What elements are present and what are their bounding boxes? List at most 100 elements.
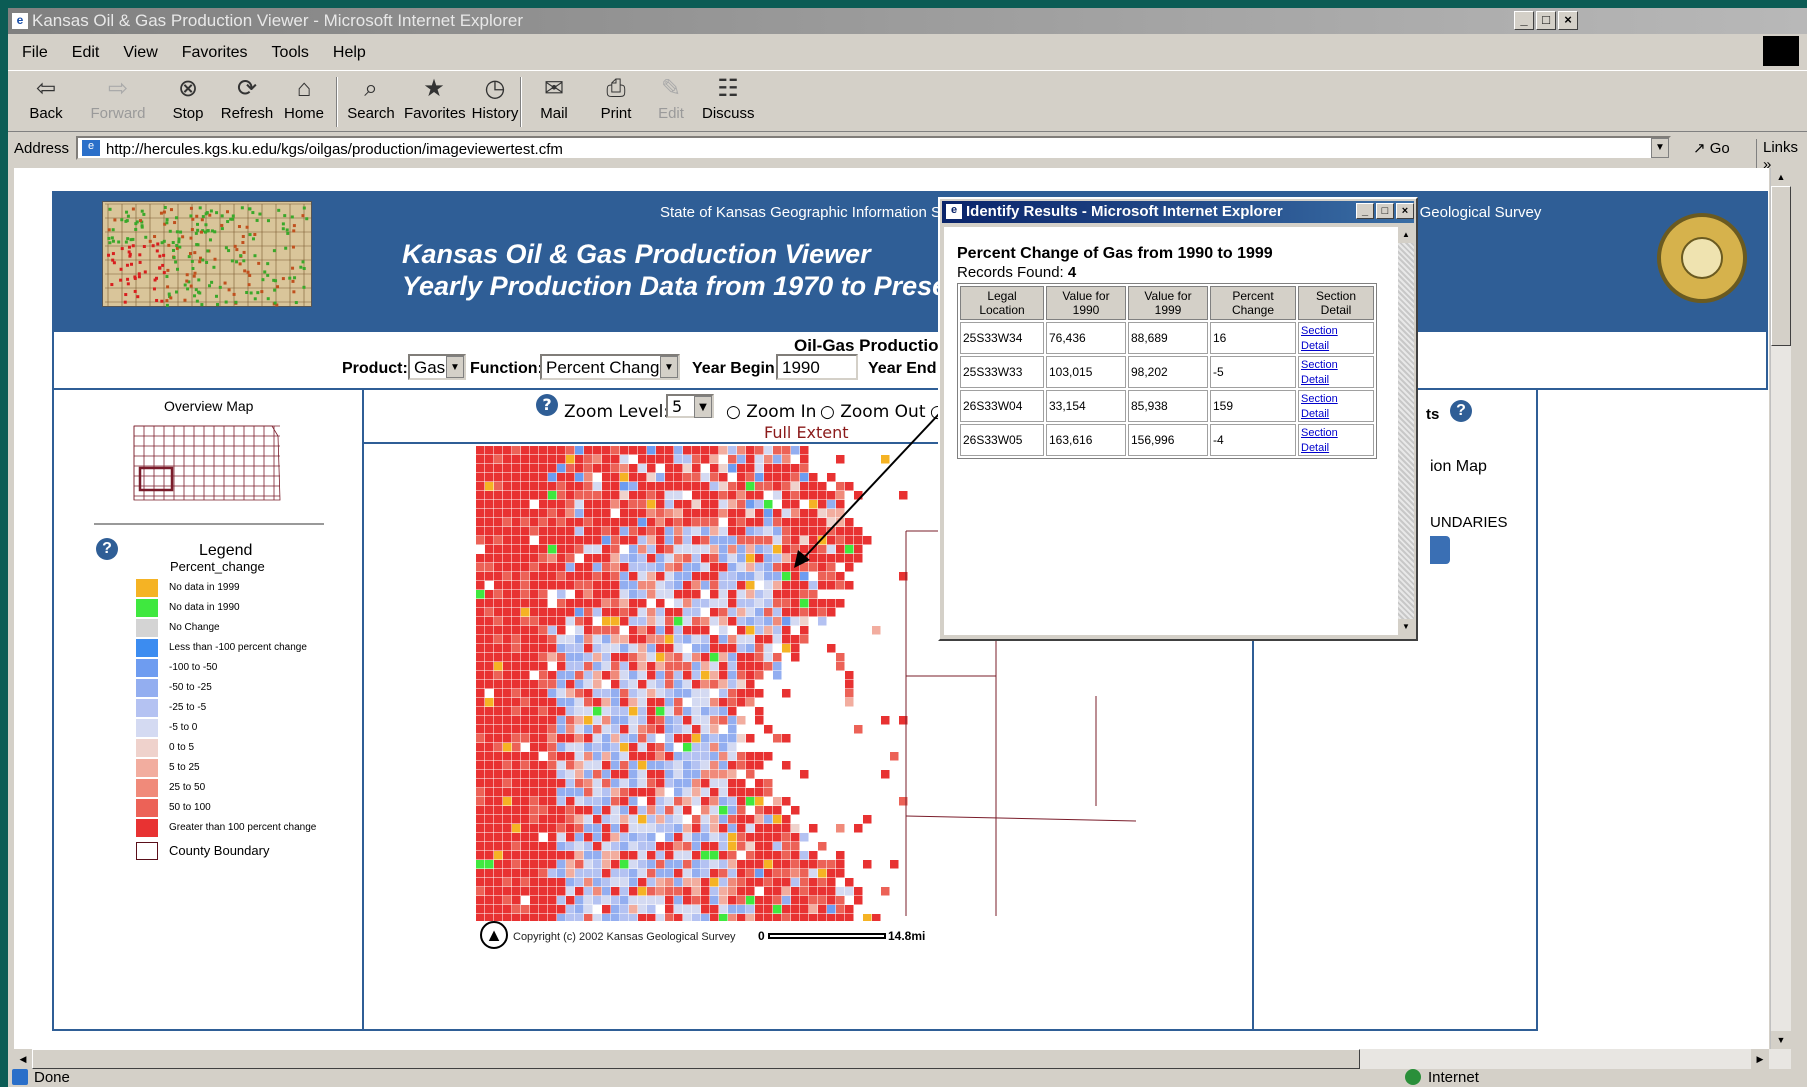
results-heading: Percent Change of Gas from 1990 to 1999 xyxy=(957,245,1273,262)
link-text: Detail xyxy=(1301,442,1330,454)
horizontal-scrollbar[interactable]: ◀ ▶ xyxy=(14,1049,1791,1069)
link-text: Section xyxy=(1301,359,1338,371)
table-cell: 25S33W34 xyxy=(960,322,1044,354)
link-text: Section xyxy=(1301,427,1338,439)
section-detail-cell: Section Detail xyxy=(1298,424,1374,456)
section-detail-cell: Section Detail xyxy=(1298,356,1374,388)
menu-view[interactable]: View xyxy=(109,38,167,62)
forward-arrow-icon: ⇨ xyxy=(107,75,129,102)
history-button[interactable]: ◷ History xyxy=(468,75,522,122)
search-button[interactable]: ⌕ Search xyxy=(346,75,396,122)
close-button[interactable]: × xyxy=(1558,11,1578,30)
link-text: Detail xyxy=(1301,374,1330,386)
menu-tools[interactable]: Tools xyxy=(258,38,319,62)
link-text: Detail xyxy=(1301,340,1330,352)
home-icon: ⌂ xyxy=(296,75,312,102)
link-text: Section xyxy=(1301,325,1338,337)
scroll-down-icon[interactable]: ▼ xyxy=(1771,1031,1791,1049)
favorites-icon: ★ xyxy=(423,75,445,102)
status-text: Done xyxy=(34,1069,70,1086)
popup-maximize-button[interactable]: □ xyxy=(1376,203,1394,219)
back-button[interactable]: ⇦ Back xyxy=(22,75,70,122)
menu-help[interactable]: Help xyxy=(319,38,376,62)
address-url: http://hercules.kgs.ku.edu/kgs/oilgas/pr… xyxy=(106,141,563,158)
results-table: Legal Location Value for 1990 Value for … xyxy=(957,283,1377,459)
scroll-thumb[interactable] xyxy=(32,1049,1360,1069)
stop-button[interactable]: ⊗ Stop xyxy=(166,75,210,122)
menu-favorites[interactable]: Favorites xyxy=(168,38,258,62)
table-header-row: Legal Location Value for 1990 Value for … xyxy=(960,286,1374,320)
maximize-button[interactable]: □ xyxy=(1536,11,1556,30)
column-header: Legal Location xyxy=(960,286,1044,320)
table-cell: 33,154 xyxy=(1046,390,1126,422)
popup-title: Identify Results - Microsoft Internet Ex… xyxy=(966,203,1283,220)
search-icon: ⌕ xyxy=(364,75,378,102)
table-cell: 16 xyxy=(1210,322,1296,354)
table-row: 26S33W05 163,616 156,996 -4 Section Detail xyxy=(960,424,1374,456)
scroll-right-icon[interactable]: ▶ xyxy=(1751,1049,1769,1069)
menu-file[interactable]: File xyxy=(8,38,58,62)
popup-scrollbar[interactable]: ▲ ▼ xyxy=(1398,227,1414,635)
edit-button[interactable]: ✎ Edit xyxy=(656,75,686,122)
mail-button[interactable]: ✉ Mail xyxy=(534,75,574,122)
table-cell: -4 xyxy=(1210,424,1296,456)
title-bar: e Kansas Oil & Gas Production Viewer - M… xyxy=(8,8,1807,34)
minimize-button[interactable]: _ xyxy=(1514,11,1534,30)
pointer-arrow xyxy=(794,397,955,568)
scroll-thumb[interactable] xyxy=(1771,186,1791,346)
menu-edit[interactable]: Edit xyxy=(58,38,110,62)
windows-logo-icon xyxy=(1763,36,1799,66)
address-bar: Address e http://hercules.kgs.ku.edu/kgs… xyxy=(8,134,1807,173)
section-detail-link[interactable]: Section Detail xyxy=(1301,325,1338,352)
go-button[interactable]: ↗ Go xyxy=(1693,139,1730,157)
toolbar-separator xyxy=(336,77,338,127)
scroll-up-icon[interactable]: ▲ xyxy=(1771,168,1791,186)
stop-icon: ⊗ xyxy=(177,75,199,102)
favorites-button[interactable]: ★ Favorites xyxy=(404,75,466,122)
table-cell: 156,996 xyxy=(1128,424,1208,456)
discuss-button[interactable]: ☷ Discuss xyxy=(702,75,755,122)
print-button[interactable]: ⎙ Print xyxy=(596,75,636,122)
home-button[interactable]: ⌂ Home xyxy=(282,75,326,122)
page-done-icon xyxy=(12,1069,28,1085)
section-detail-cell: Section Detail xyxy=(1298,322,1374,354)
vertical-scrollbar[interactable]: ▲ ▼ xyxy=(1770,168,1791,1049)
identify-results-popup: e Identify Results - Microsoft Internet … xyxy=(938,197,1418,641)
column-header: Section Detail xyxy=(1298,286,1374,320)
table-cell: 98,202 xyxy=(1128,356,1208,388)
popup-close-button[interactable]: × xyxy=(1396,203,1414,219)
scroll-up-icon[interactable]: ▲ xyxy=(1398,227,1414,243)
table-cell: 76,436 xyxy=(1046,322,1126,354)
address-label: Address xyxy=(14,140,70,157)
section-detail-link[interactable]: Section Detail xyxy=(1301,393,1338,420)
zone-text: Internet xyxy=(1428,1069,1479,1086)
forward-button[interactable]: ⇨ Forward xyxy=(86,75,150,122)
section-detail-cell: Section Detail xyxy=(1298,390,1374,422)
section-detail-link[interactable]: Section Detail xyxy=(1301,427,1338,454)
table-cell: -5 xyxy=(1210,356,1296,388)
history-icon: ◷ xyxy=(484,75,506,102)
column-header: Value for 1990 xyxy=(1046,286,1126,320)
address-dropdown-icon[interactable]: ▼ xyxy=(1651,138,1669,158)
table-cell: 163,616 xyxy=(1046,424,1126,456)
toolbar-separator xyxy=(520,77,522,127)
browser-window: e Kansas Oil & Gas Production Viewer - M… xyxy=(8,8,1807,1087)
ie-icon: e xyxy=(946,204,962,219)
print-icon: ⎙ xyxy=(606,75,626,102)
discuss-icon: ☷ xyxy=(717,75,739,102)
status-bar: Done Internet xyxy=(8,1069,1807,1087)
refresh-icon: ⟳ xyxy=(236,75,258,102)
mail-icon: ✉ xyxy=(543,75,565,102)
table-cell: 103,015 xyxy=(1046,356,1126,388)
popup-title-bar: e Identify Results - Microsoft Internet … xyxy=(942,201,1414,223)
address-input[interactable]: e http://hercules.kgs.ku.edu/kgs/oilgas/… xyxy=(76,136,1671,160)
refresh-button[interactable]: ⟳ Refresh xyxy=(220,75,274,122)
scroll-down-icon[interactable]: ▼ xyxy=(1398,619,1414,635)
popup-minimize-button[interactable]: _ xyxy=(1356,203,1374,219)
section-detail-link[interactable]: Section Detail xyxy=(1301,359,1338,386)
window-title: Kansas Oil & Gas Production Viewer - Mic… xyxy=(32,11,523,30)
scroll-left-icon[interactable]: ◀ xyxy=(14,1049,32,1069)
table-cell: 26S33W05 xyxy=(960,424,1044,456)
link-text: Section xyxy=(1301,393,1338,405)
popup-body: Percent Change of Gas from 1990 to 1999 … xyxy=(944,227,1398,635)
